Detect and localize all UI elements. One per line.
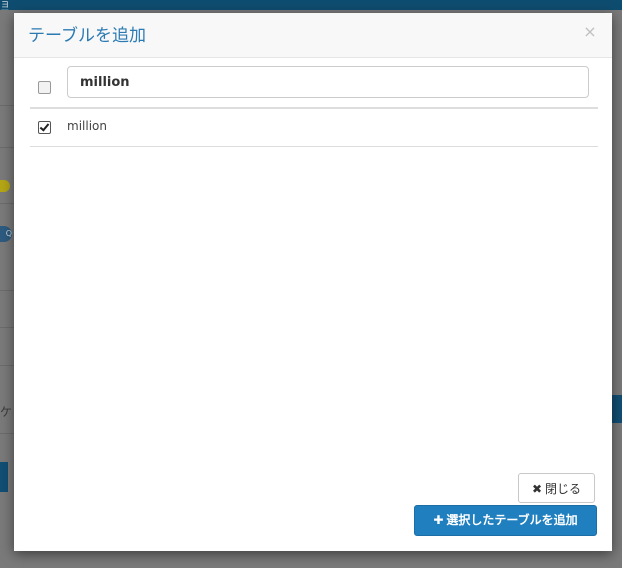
background-divider — [0, 365, 14, 366]
row-checkbox[interactable] — [38, 121, 51, 134]
background-divider — [0, 327, 14, 328]
plus-icon: ✚ — [433, 513, 444, 527]
add-button-label: 選択したテーブルを追加 — [446, 513, 578, 527]
close-button-label: 閉じる — [545, 482, 582, 496]
background-topbar — [0, 0, 622, 10]
background-button — [0, 462, 8, 492]
background-divider — [0, 203, 14, 204]
table-row[interactable]: million — [30, 109, 598, 147]
background-text: ケ — [0, 405, 13, 419]
background-bar — [612, 395, 622, 423]
filter-row — [30, 65, 598, 109]
add-table-modal: テーブルを追加 × million ✖閉じる ✚選択したテーブルを追加 — [14, 13, 612, 551]
close-button[interactable]: ✖ 閉じる — [518, 473, 595, 503]
background-divider — [0, 105, 14, 106]
background-search-icon: Q — [0, 226, 12, 242]
background-divider — [0, 290, 14, 291]
table-name-label: million — [67, 119, 107, 133]
modal-title: テーブルを追加 — [28, 26, 146, 46]
select-all-checkbox[interactable] — [38, 81, 51, 94]
table-filter-input[interactable] — [67, 66, 589, 98]
modal-header: テーブルを追加 × — [14, 13, 612, 58]
add-selected-tables-button[interactable]: ✚ 選択したテーブルを追加 — [414, 505, 597, 536]
close-icon: ✖ — [531, 482, 543, 496]
background-divider — [0, 147, 14, 148]
close-icon[interactable]: × — [582, 23, 598, 41]
background-divider — [0, 433, 14, 434]
background-topbar-text: ョフ — [0, 0, 10, 10]
